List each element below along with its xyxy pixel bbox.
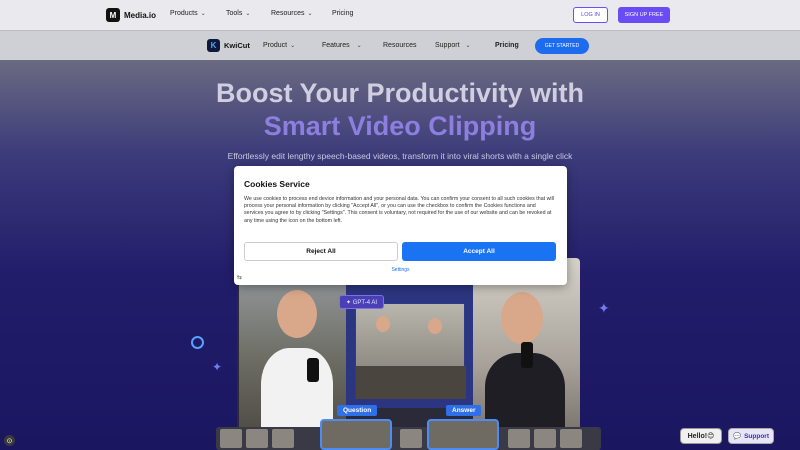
media-io-logo[interactable]: M Media.io bbox=[106, 8, 156, 22]
subnav-pricing-label: Pricing bbox=[495, 42, 519, 49]
nav-tools-label: Tools bbox=[226, 10, 243, 17]
nav-pricing[interactable]: Pricing bbox=[332, 10, 353, 17]
logo-text: Media.io bbox=[124, 10, 157, 20]
hero-title-line1: Boost Your Productivity with bbox=[215, 78, 585, 108]
subnav-features-label: Features bbox=[322, 42, 350, 49]
subnav-resources-label: Resources bbox=[383, 42, 417, 49]
accept-all-button[interactable]: Accept All bbox=[402, 242, 556, 261]
timeline-thumb[interactable] bbox=[534, 429, 556, 448]
hero-subtitle: Effortlessly edit lengthy speech-based v… bbox=[227, 151, 573, 161]
timeline-thumb[interactable] bbox=[272, 429, 294, 448]
signup-button[interactable]: SIGN UP FREE bbox=[618, 7, 670, 23]
nav-products-label: Products bbox=[170, 10, 198, 17]
timeline-thumb[interactable] bbox=[246, 429, 268, 448]
sparkle-icon: ✦ bbox=[212, 360, 223, 374]
timeline-thumb[interactable] bbox=[508, 429, 530, 448]
answer-tag: Answer bbox=[446, 405, 482, 416]
cookie-dialog-title: Cookies Service bbox=[244, 179, 310, 189]
subnav-support-label: Support bbox=[435, 42, 460, 49]
gpt-4-badge: ✦ GPT-4 AI bbox=[339, 295, 385, 309]
timeline-thumb[interactable] bbox=[400, 429, 422, 448]
kwicut-logo-icon: K bbox=[207, 39, 220, 52]
chevron-down-icon: ⌄ bbox=[307, 11, 313, 17]
top-nav: M Media.io Products ⌄ Tools ⌄ Resources … bbox=[0, 0, 800, 30]
subnav-pricing[interactable]: Pricing bbox=[495, 42, 519, 49]
cookie-settings-link[interactable]: Settings bbox=[234, 267, 567, 273]
subnav-product-label: Product bbox=[263, 42, 288, 49]
subnav-product[interactable]: Product ⌄ bbox=[263, 42, 295, 49]
cookie-consent-dialog: Cookies Service We use cookies to proces… bbox=[234, 166, 567, 285]
chevron-down-icon: ⌄ bbox=[290, 43, 296, 49]
cookie-settings-icon[interactable]: ⊙ bbox=[4, 435, 15, 446]
podcast-scene-image bbox=[355, 303, 466, 399]
login-button[interactable]: LOG IN bbox=[573, 7, 608, 23]
kwicut-name: KwiCut bbox=[224, 41, 250, 50]
chevron-down-icon: ⌄ bbox=[245, 11, 251, 17]
sparkle-icon: ✦ bbox=[598, 300, 610, 316]
nav-products[interactable]: Products ⌄ bbox=[170, 10, 206, 17]
timeline-thumb[interactable] bbox=[220, 429, 242, 448]
chevron-down-icon: ⌄ bbox=[200, 11, 206, 17]
timeline-clip-answer[interactable] bbox=[427, 419, 499, 450]
support-button[interactable]: 💬 Support bbox=[728, 428, 774, 444]
timeline-clip-question[interactable] bbox=[320, 419, 392, 450]
nav-pricing-label: Pricing bbox=[332, 10, 354, 17]
timeline-thumbnails[interactable] bbox=[216, 419, 601, 450]
subnav-resources[interactable]: Resources bbox=[383, 42, 416, 49]
chevron-down-icon: ⌄ bbox=[465, 43, 471, 49]
chat-hello-button[interactable]: Hello!😊 bbox=[680, 428, 722, 444]
media-io-logo-icon: M bbox=[106, 8, 120, 22]
kwicut-logo[interactable]: K KwiCut bbox=[207, 39, 250, 52]
nav-resources[interactable]: Resources ⌄ bbox=[271, 10, 313, 17]
cookie-brand-icon: ⇆ bbox=[237, 275, 243, 281]
question-tag: Question bbox=[337, 405, 378, 416]
support-label: Support bbox=[744, 432, 769, 440]
cookie-dialog-body: We use cookies to process end device inf… bbox=[244, 196, 554, 224]
subnav-features[interactable]: Features ⌄ bbox=[322, 42, 362, 49]
subnav-support[interactable]: Support ⌄ bbox=[435, 42, 471, 49]
get-started-button[interactable]: GET STARTED bbox=[535, 38, 589, 54]
product-nav: K KwiCut Product ⌄ Features ⌄ Resources … bbox=[0, 30, 800, 60]
chevron-down-icon: ⌄ bbox=[356, 43, 362, 49]
timeline-thumb[interactable] bbox=[560, 429, 582, 448]
hero-title-line2: Smart Video Clipping bbox=[263, 111, 537, 141]
reject-all-button[interactable]: Reject All bbox=[244, 242, 398, 261]
nav-tools[interactable]: Tools ⌄ bbox=[226, 10, 250, 17]
ring-decoration-icon bbox=[191, 336, 204, 349]
chat-bubble-icon: 💬 bbox=[732, 433, 742, 440]
nav-resources-label: Resources bbox=[271, 10, 305, 17]
